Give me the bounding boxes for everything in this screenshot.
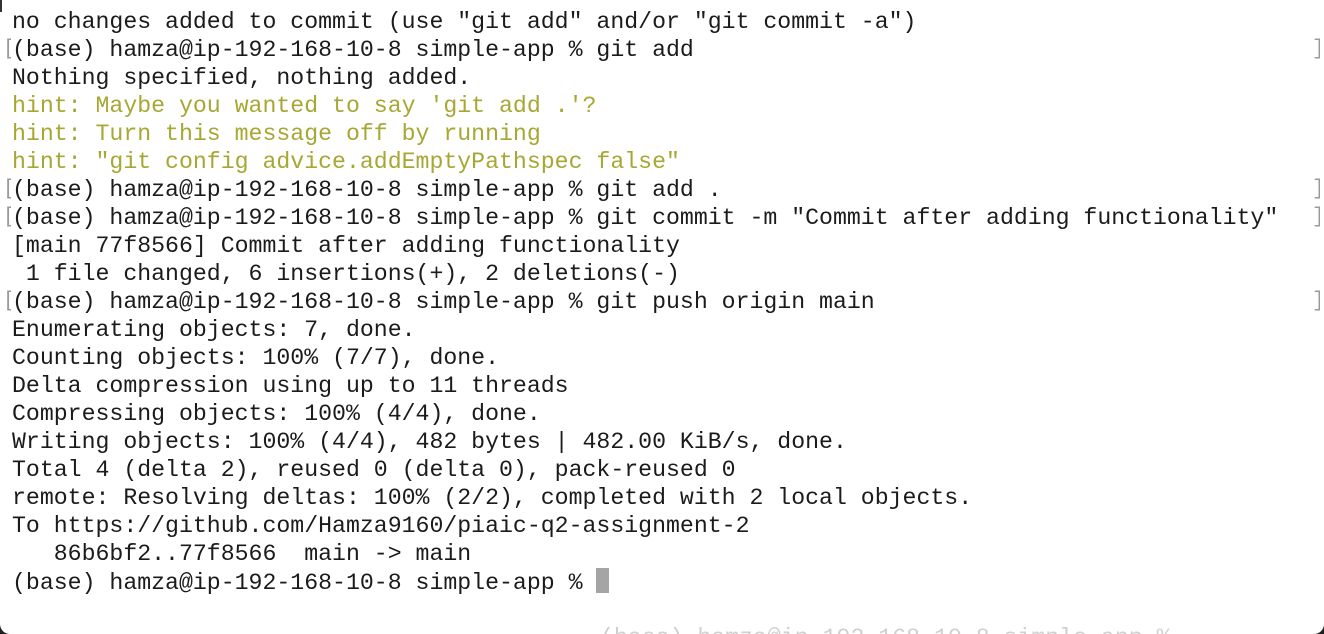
terminal-output-line: Total 4 (delta 2), reused 0 (delta 0), p… [0, 456, 1324, 484]
line-bracket-right: ] [1312, 36, 1320, 64]
terminal-command-line: [] (base) hamza@ip-192-168-10-8 simple-ap… [0, 288, 1324, 316]
line-text: Counting objects: 100% (7/7), done. [12, 345, 500, 371]
line-text: hint: "git config advice.addEmptyPathspe… [12, 149, 680, 175]
line-text: hint: Turn this message off by running [12, 121, 541, 147]
line-text: remote: Resolving deltas: 100% (2/2), co… [12, 485, 973, 511]
line-text: Writing objects: 100% (4/4), 482 bytes |… [12, 429, 847, 455]
line-bracket-right: ] [1312, 288, 1320, 316]
text-cursor[interactable] [596, 568, 610, 593]
line-text: (base) hamza@ip-192-168-10-8 simple-app … [12, 570, 597, 596]
terminal-output-line: remote: Resolving deltas: 100% (2/2), co… [0, 484, 1324, 512]
terminal-output-line: Delta compression using up to 11 threads [0, 372, 1324, 400]
line-text: (base) hamza@ip-192-168-10-8 simple-app … [12, 289, 875, 315]
line-text: (base) hamza@ip-192-168-10-8 simple-app … [12, 177, 722, 203]
terminal-hint-line: hint: Maybe you wanted to say 'git add .… [0, 92, 1324, 120]
terminal-output-line: To https://github.com/Hamza9160/piaic-q2… [0, 512, 1324, 540]
terminal-hint-line: hint: "git config advice.addEmptyPathspe… [0, 148, 1324, 176]
terminal-output[interactable]: no changes added to commit (use "git add… [0, 8, 1324, 596]
terminal-current-prompt[interactable]: (base) hamza@ip-192-168-10-8 simple-app … [0, 568, 1324, 596]
line-text: hint: Maybe you wanted to say 'git add .… [12, 93, 597, 119]
terminal-output-line: [main 77f8566] Commit after adding funct… [0, 232, 1324, 260]
line-text: [main 77f8566] Commit after adding funct… [12, 233, 680, 259]
line-bracket-left: [ [3, 288, 11, 316]
terminal-output-line: 86b6bf2..77f8566 main -> main [0, 540, 1324, 568]
background-window-text: (base) hamza@ip-192-168-10-8 simple-app … [600, 624, 1220, 634]
line-text: Enumerating objects: 7, done. [12, 317, 416, 343]
terminal-output-line: Compressing objects: 100% (4/4), done. [0, 400, 1324, 428]
terminal-output-line: Writing objects: 100% (4/4), 482 bytes |… [0, 428, 1324, 456]
terminal-window[interactable]: no changes added to commit (use "git add… [0, 0, 1324, 634]
terminal-output-line: Counting objects: 100% (7/7), done. [0, 344, 1324, 372]
terminal-command-line: [] (base) hamza@ip-192-168-10-8 simple-ap… [0, 176, 1324, 204]
line-bracket-left: [ [3, 204, 11, 232]
line-text: no changes added to commit (use "git add… [12, 9, 917, 35]
line-bracket-left: [ [3, 176, 11, 204]
terminal-command-line: [] (base) hamza@ip-192-168-10-8 simple-ap… [0, 36, 1324, 64]
terminal-output-line: Nothing specified, nothing added. [0, 64, 1324, 92]
terminal-output-line: Enumerating objects: 7, done. [0, 316, 1324, 344]
line-bracket-right: ] [1312, 204, 1320, 232]
line-text: Nothing specified, nothing added. [12, 65, 472, 91]
line-text: Delta compression using up to 11 threads [12, 373, 569, 399]
terminal-output-line: 1 file changed, 6 insertions(+), 2 delet… [0, 260, 1324, 288]
line-text: (base) hamza@ip-192-168-10-8 simple-app … [12, 205, 1279, 231]
line-text: (base) hamza@ip-192-168-10-8 simple-app … [12, 37, 694, 63]
terminal-output-line: no changes added to commit (use "git add… [0, 8, 1324, 36]
line-bracket-left: [ [3, 36, 11, 64]
terminal-command-line: [] (base) hamza@ip-192-168-10-8 simple-ap… [0, 204, 1324, 232]
line-text: 86b6bf2..77f8566 main -> main [12, 541, 472, 567]
line-text: Compressing objects: 100% (4/4), done. [12, 401, 541, 427]
line-bracket-right: ] [1312, 176, 1320, 204]
line-text: To https://github.com/Hamza9160/piaic-q2… [12, 513, 750, 539]
terminal-hint-line: hint: Turn this message off by running [0, 120, 1324, 148]
line-text: Total 4 (delta 2), reused 0 (delta 0), p… [12, 457, 736, 483]
line-text: 1 file changed, 6 insertions(+), 2 delet… [12, 261, 680, 287]
